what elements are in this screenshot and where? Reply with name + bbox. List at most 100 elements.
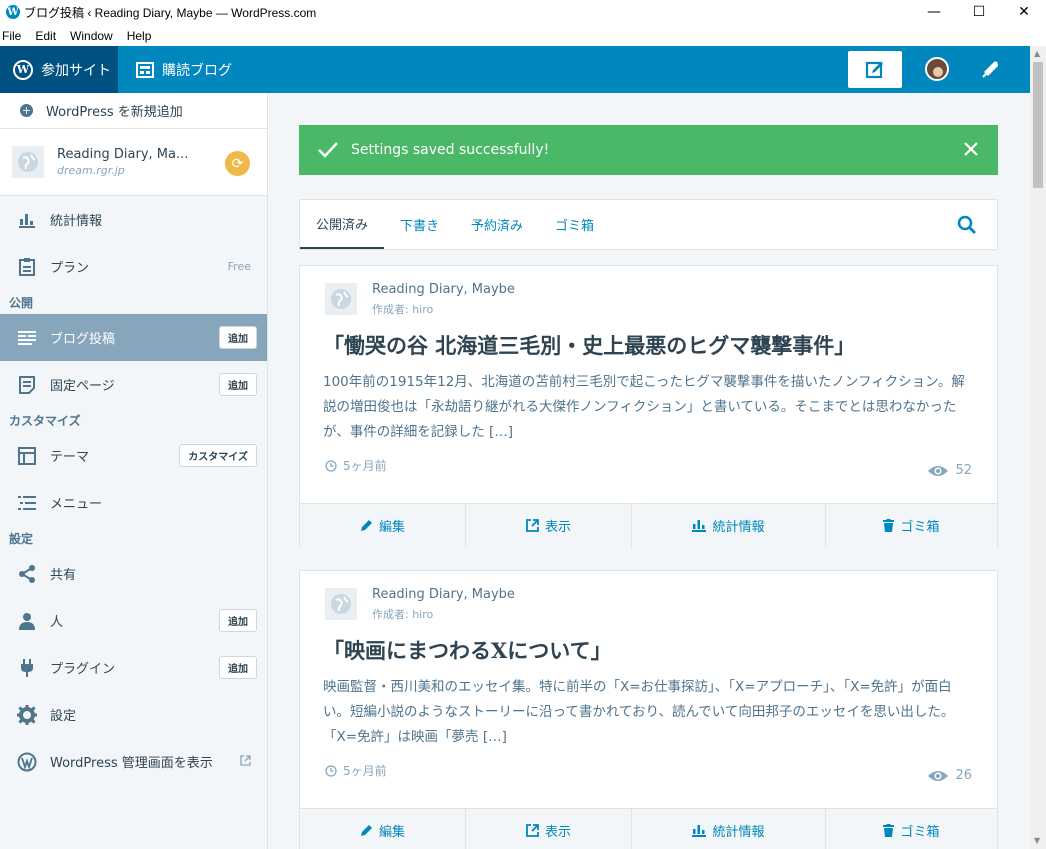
- edit-label: 編集: [378, 520, 405, 535]
- external-link-icon: [526, 519, 539, 532]
- sidebar-item-stats[interactable]: 統計情報: [0, 196, 267, 243]
- clock-icon: [325, 764, 337, 777]
- post-title[interactable]: 「映画にまつわるXについて」: [323, 635, 612, 665]
- tab-published[interactable]: 公開済み: [300, 200, 385, 249]
- trash-icon: [883, 519, 895, 532]
- sidebar-item-label: WordPress 管理画面を表示: [50, 756, 213, 771]
- post-author: 作成者: hiro: [372, 608, 434, 621]
- post-views-count: 52: [955, 463, 972, 478]
- trash-post-button[interactable]: ゴミ箱: [826, 809, 997, 849]
- edit-post-button[interactable]: 編集: [300, 809, 466, 849]
- page-icon: [17, 375, 37, 395]
- search-icon[interactable]: [957, 215, 977, 235]
- globe-icon: [12, 146, 44, 178]
- post-actions: 編集 表示 統計情報 ゴミ箱: [300, 808, 997, 849]
- write-icon: [865, 61, 883, 78]
- post-site-name[interactable]: Reading Diary, Maybe: [372, 587, 515, 602]
- scroll-down-arrow-icon[interactable]: ▼: [1034, 836, 1040, 845]
- add-page-button[interactable]: 追加: [219, 373, 257, 396]
- post-time-text: 5ヶ月前: [343, 764, 387, 778]
- menu-list-icon: [17, 493, 37, 513]
- menu-edit[interactable]: Edit: [35, 29, 56, 43]
- sidebar-item-pages[interactable]: 固定ページ 追加: [0, 361, 267, 408]
- plug-icon: [17, 658, 37, 678]
- add-people-button[interactable]: 追加: [219, 609, 257, 632]
- minimize-button[interactable]: —: [911, 0, 957, 24]
- edit-label: 編集: [378, 825, 405, 840]
- section-heading-customize: カスタマイズ: [9, 413, 81, 428]
- sidebar-item-label: プラグイン: [50, 662, 116, 677]
- post-stats-button[interactable]: 統計情報: [632, 504, 826, 547]
- post-card[interactable]: Reading Diary, Maybe 作成者: hiro 「慟哭の谷 北海道…: [299, 265, 998, 547]
- notifications-button[interactable]: [980, 58, 1002, 80]
- eye-icon: [928, 465, 949, 476]
- menu-window[interactable]: Window: [70, 29, 113, 43]
- sidebar-item-menus[interactable]: メニュー: [0, 479, 267, 526]
- sidebar-item-settings[interactable]: 設定: [0, 691, 267, 738]
- sidebar-item-wp-admin[interactable]: WordPress 管理画面を表示: [0, 738, 267, 785]
- close-notice-icon[interactable]: [962, 140, 980, 158]
- section-heading-settings: 設定: [9, 531, 34, 546]
- trash-post-button[interactable]: ゴミ箱: [826, 504, 997, 547]
- add-new-site-button[interactable]: + WordPress を新規追加: [0, 93, 267, 129]
- customize-theme-button[interactable]: カスタマイズ: [179, 444, 257, 467]
- post-card[interactable]: Reading Diary, Maybe 作成者: hiro 「映画にまつわるX…: [299, 570, 998, 849]
- post-excerpt: 映画監督・西川美和のエッセイ集。特に前半の「X=お仕事探訪」、「X=アプローチ」…: [323, 679, 955, 745]
- write-post-button[interactable]: [848, 51, 902, 88]
- sidebar-item-posts[interactable]: ブログ投稿 追加: [0, 314, 267, 361]
- my-sites-button[interactable]: W 参加サイト: [0, 46, 118, 93]
- scrollbar[interactable]: ▲ ▼: [1030, 46, 1046, 849]
- scroll-up-arrow-icon[interactable]: ▲: [1034, 49, 1040, 58]
- trash-icon: [883, 824, 895, 837]
- tab-drafts[interactable]: 下書き: [384, 200, 455, 249]
- sidebar-item-themes[interactable]: テーマ カスタマイズ: [0, 432, 267, 479]
- window-titlebar: W ブログ投稿 ‹ Reading Diary, Maybe — WordPre…: [0, 0, 1046, 24]
- view-post-button[interactable]: 表示: [466, 809, 632, 849]
- tab-scheduled[interactable]: 予約済み: [455, 200, 539, 249]
- stats-label: 統計情報: [712, 520, 765, 535]
- view-post-button[interactable]: 表示: [466, 504, 632, 547]
- post-site-name[interactable]: Reading Diary, Maybe: [372, 282, 515, 297]
- sidebar-item-sharing[interactable]: 共有: [0, 550, 267, 597]
- user-avatar[interactable]: [925, 57, 949, 81]
- clipboard-icon: [17, 257, 37, 277]
- post-actions: 編集 表示 統計情報 ゴミ箱: [300, 503, 997, 547]
- pencil-icon: [360, 520, 372, 531]
- main-content: Settings saved successfully! 公開済み 下書き 予約…: [268, 93, 1030, 849]
- sidebar-item-plan[interactable]: プラン Free: [0, 243, 267, 290]
- wordpress-icon: [17, 752, 37, 772]
- sidebar-item-label: 統計情報: [50, 214, 103, 229]
- masterbar: W 参加サイト 購読ブログ: [0, 46, 1030, 93]
- scrollbar-thumb[interactable]: [1033, 62, 1043, 188]
- trash-label: ゴミ箱: [900, 520, 940, 535]
- post-time-text: 5ヶ月前: [343, 459, 387, 473]
- edit-post-button[interactable]: 編集: [300, 504, 466, 547]
- add-plugin-button[interactable]: 追加: [219, 656, 257, 679]
- sidebar-item-people[interactable]: 人 追加: [0, 597, 267, 644]
- post-title[interactable]: 「慟哭の谷 北海道三毛別・史上最悪のヒグマ襲撃事件」: [323, 330, 855, 360]
- post-time: 5ヶ月前: [325, 762, 387, 779]
- tab-trashed[interactable]: ゴミ箱: [539, 200, 610, 249]
- post-views: 26: [927, 768, 972, 783]
- window-title: ブログ投稿 ‹ Reading Diary, Maybe — WordPress…: [24, 5, 317, 20]
- maximize-button[interactable]: ☐: [956, 0, 1002, 24]
- menu-file[interactable]: File: [2, 29, 21, 43]
- sidebar-item-label: 共有: [50, 568, 77, 583]
- view-label: 表示: [544, 520, 571, 535]
- post-stats-button[interactable]: 統計情報: [632, 809, 826, 849]
- checkmark-icon: [318, 142, 338, 158]
- add-post-button[interactable]: 追加: [219, 326, 257, 349]
- menu-help[interactable]: Help: [127, 29, 152, 43]
- sidebar-item-plugins[interactable]: プラグイン 追加: [0, 644, 267, 691]
- bar-chart-icon: [692, 520, 707, 532]
- reader-label: 購読ブログ: [162, 62, 232, 79]
- success-notice: Settings saved successfully!: [299, 125, 998, 175]
- close-window-button[interactable]: ✕: [1001, 0, 1046, 24]
- reader-button[interactable]: 購読ブログ: [118, 46, 232, 93]
- section-heading-publish: 公開: [9, 295, 34, 310]
- current-site-card[interactable]: Reading Diary, Ma... dream.rgr.jp ⟳: [0, 129, 267, 196]
- site-url: dream.rgr.jp: [57, 164, 125, 177]
- post-author: 作成者: hiro: [372, 303, 434, 316]
- person-icon: [17, 611, 37, 631]
- sidebar: + WordPress を新規追加 Reading Diary, Ma... d…: [0, 93, 268, 849]
